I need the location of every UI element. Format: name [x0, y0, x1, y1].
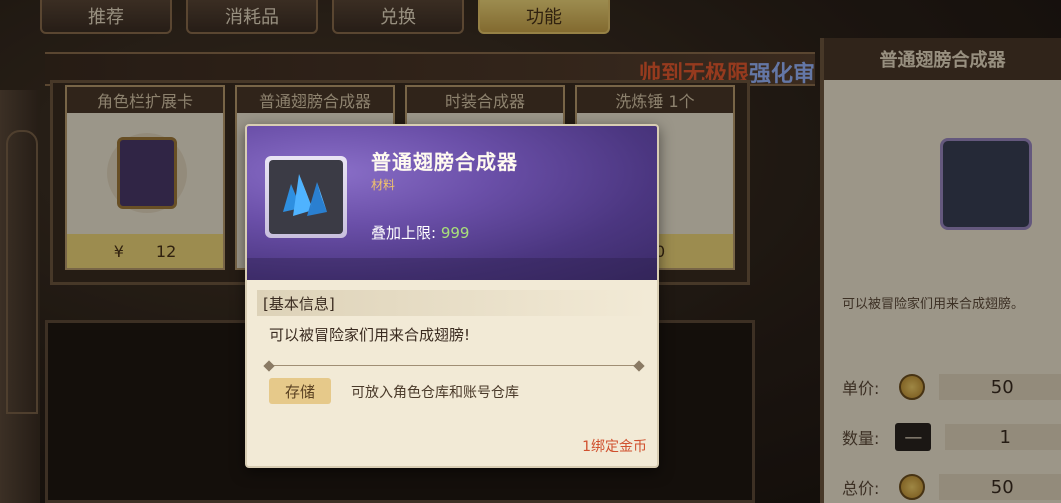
- item-tooltip: 普通翅膀合成器 材料 叠加上限: 999 [基本信息] 可以被冒险家们用来合成翅…: [245, 124, 659, 468]
- storage-description: 可放入角色仓库和账号仓库: [351, 385, 519, 401]
- stack-limit-value: 999: [440, 224, 470, 242]
- divider: [263, 360, 645, 372]
- storage-tag: 存储: [269, 378, 331, 404]
- crystal-icon: [269, 160, 343, 234]
- tooltip-item-type: 材料: [371, 178, 396, 192]
- tooltip-item-name: 普通翅膀合成器: [371, 150, 518, 174]
- tooltip-icon-frame: [265, 156, 347, 238]
- section-basic-info: [基本信息]: [257, 290, 651, 316]
- tooltip-description: 可以被冒险家们用来合成翅膀!: [269, 326, 471, 344]
- tooltip-header: 普通翅膀合成器 材料 叠加上限: 999: [247, 126, 657, 280]
- bind-gold-price: 1绑定金币: [582, 439, 647, 455]
- stack-limit: 叠加上限: 999: [371, 222, 469, 243]
- stack-limit-label: 叠加上限:: [371, 224, 437, 242]
